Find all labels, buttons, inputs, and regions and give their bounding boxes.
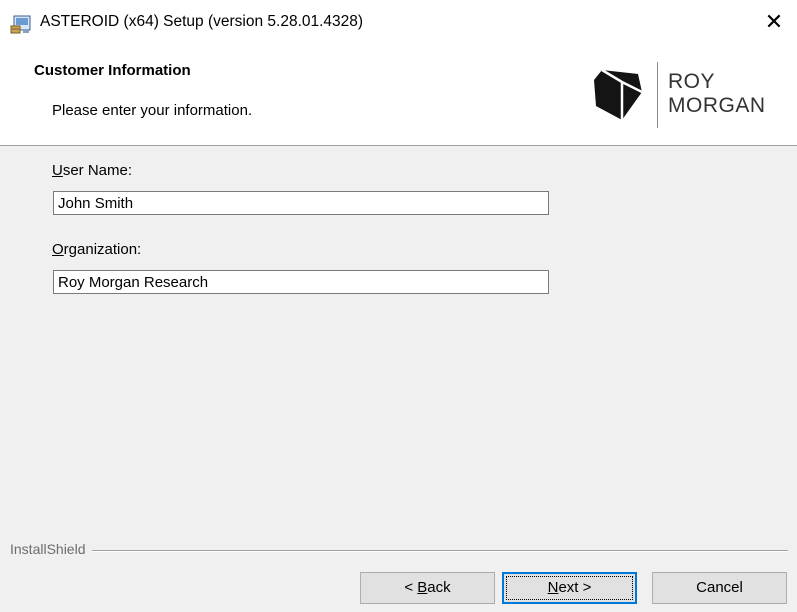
header-subtitle: Please enter your information. (52, 102, 253, 119)
next-button[interactable]: Next > (502, 572, 637, 604)
cancel-button[interactable]: Cancel (652, 572, 787, 604)
title-bar[interactable]: ASTEROID (x64) Setup (version 5.28.01.43… (0, 0, 797, 44)
header-title: Customer Information (34, 62, 191, 79)
focus-rectangle (506, 576, 633, 600)
close-button[interactable]: ✕ (751, 0, 797, 44)
back-button-rest: ack (427, 579, 451, 596)
user-name-input[interactable] (53, 191, 549, 215)
back-button-accel: B (417, 579, 428, 596)
roy-morgan-logo: ROY MORGAN (592, 56, 792, 134)
organization-input[interactable] (53, 270, 549, 294)
setup-window: ASTEROID (x64) Setup (version 5.28.01.43… (0, 0, 797, 612)
installshield-label: InstallShield (10, 541, 92, 557)
installer-icon (10, 15, 31, 34)
back-button-prefix: < (404, 579, 418, 596)
organization-label-accel: O (52, 241, 64, 258)
back-button[interactable]: < Back (360, 572, 495, 604)
logo-divider (657, 62, 658, 128)
logo-text: ROY MORGAN (668, 70, 766, 118)
organization-label-rest: rganization: (63, 241, 142, 258)
organization-label: Organization: (52, 241, 141, 258)
user-name-label-accel: U (52, 162, 63, 179)
logo-text-line2: MORGAN (668, 94, 766, 117)
roy-morgan-logo-icon (594, 68, 643, 120)
footer-divider (10, 550, 788, 552)
user-name-label-rest: ser Name: (62, 162, 133, 179)
window-title: ASTEROID (x64) Setup (version 5.28.01.43… (40, 13, 364, 30)
dialog-header: Customer Information Please enter your i… (0, 44, 797, 146)
logo-text-line1: ROY (668, 70, 716, 93)
close-icon: ✕ (764, 9, 784, 34)
user-name-label: User Name: (52, 162, 132, 179)
